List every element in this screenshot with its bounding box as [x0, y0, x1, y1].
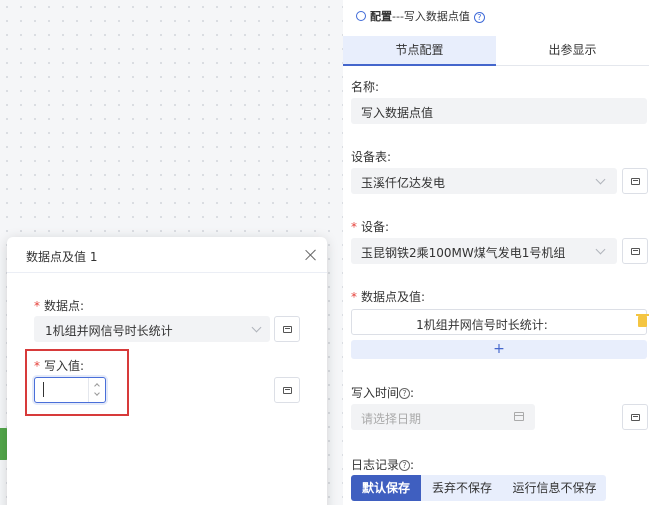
datapoint-label: * 数据点: — [34, 297, 84, 314]
modal-header: 数据点及值 1 — [7, 237, 327, 273]
required-mark: * — [351, 220, 357, 234]
edit-icon — [631, 248, 640, 255]
datapoint-select[interactable]: 1机组并网信号时长统计 — [34, 316, 270, 342]
log-record-label-text: 日志记录 — [351, 458, 400, 472]
text-caret — [43, 382, 44, 397]
datapoint-item-text: 1机组并网信号时长统计: — [416, 318, 548, 332]
name-value: 写入数据点值 — [361, 106, 434, 120]
datapoint-values-label-text: 数据点及值: — [361, 290, 426, 304]
device-label: * 设备: — [351, 218, 389, 235]
log-default-save-button[interactable]: 默认保存 — [351, 475, 421, 501]
device-table-label: 设备表: — [351, 150, 392, 164]
edit-icon — [631, 414, 640, 421]
stepper-down-icon[interactable] — [94, 390, 100, 396]
device-value: 玉昆钢铁2乘100MW煤气发电1号机组 — [361, 246, 566, 260]
device-table-select[interactable]: 玉溪仟亿达发电 — [351, 168, 617, 194]
panel-title-prefix: 配置 — [370, 10, 392, 23]
tab-output-params[interactable]: 出参显示 — [496, 36, 649, 66]
datapoint-label-text: 数据点: — [44, 299, 85, 313]
calendar-icon — [514, 412, 524, 421]
panel-tabs: 节点配置 出参显示 — [343, 36, 649, 66]
edit-icon — [631, 178, 640, 185]
edit-icon — [283, 387, 292, 394]
device-select[interactable]: 玉昆钢铁2乘100MW煤气发电1号机组 — [351, 238, 617, 264]
tab-node-config[interactable]: 节点配置 — [343, 36, 496, 66]
write-time-date-picker[interactable]: 请选择日期 — [351, 404, 535, 430]
write-time-edit-button[interactable] — [622, 404, 648, 430]
device-label-text: 设备: — [361, 220, 390, 234]
write-value-edit-button[interactable] — [274, 377, 300, 403]
help-icon[interactable]: ? — [473, 12, 485, 23]
required-mark: * — [34, 299, 40, 313]
panel-title-suffix: ---写入数据点值 — [392, 10, 470, 23]
device-edit-button[interactable] — [622, 238, 648, 264]
write-time-label-text: 写入时间 — [351, 386, 400, 400]
datapoint-item[interactable]: 1机组并网信号时长统计: — [351, 309, 649, 335]
datapoint-select-value: 1机组并网信号时长统计 — [45, 324, 173, 338]
help-icon[interactable]: ? — [399, 460, 411, 471]
stepper-up-icon[interactable] — [94, 383, 100, 389]
help-icon[interactable]: ? — [399, 388, 411, 399]
gear-icon — [356, 11, 366, 21]
write-value-label: * 写入值: — [34, 357, 84, 374]
date-placeholder: 请选择日期 — [361, 412, 422, 426]
write-value-label-text: 写入值: — [44, 359, 85, 373]
trash-icon[interactable] — [636, 314, 649, 327]
datapoint-edit-button[interactable] — [274, 316, 300, 342]
edit-icon — [283, 326, 292, 333]
required-mark: * — [34, 359, 40, 373]
modal-title: 数据点及值 1 — [26, 250, 98, 264]
write-time-label: 写入时间?: — [351, 386, 415, 400]
panel-title: 配置---写入数据点值? — [356, 8, 485, 24]
device-table-value: 玉溪仟亿达发电 — [361, 176, 446, 190]
log-discard-button[interactable]: 丢弃不保存 — [421, 475, 503, 501]
config-panel: 配置---写入数据点值? 节点配置 出参显示 名称: 写入数据点值 设备表: 玉… — [343, 0, 649, 505]
name-label: 名称: — [351, 80, 380, 94]
log-no-runinfo-button[interactable]: 运行信息不保存 — [503, 475, 606, 501]
number-stepper[interactable] — [88, 378, 105, 402]
device-table-edit-button[interactable] — [622, 168, 648, 194]
datapoint-values-label: * 数据点及值: — [351, 288, 425, 305]
log-record-label: 日志记录?: — [351, 458, 415, 472]
required-mark: * — [351, 290, 357, 304]
add-datapoint-button[interactable]: + — [351, 340, 647, 359]
name-field[interactable]: 写入数据点值 — [351, 98, 647, 124]
close-icon[interactable] — [303, 247, 319, 263]
